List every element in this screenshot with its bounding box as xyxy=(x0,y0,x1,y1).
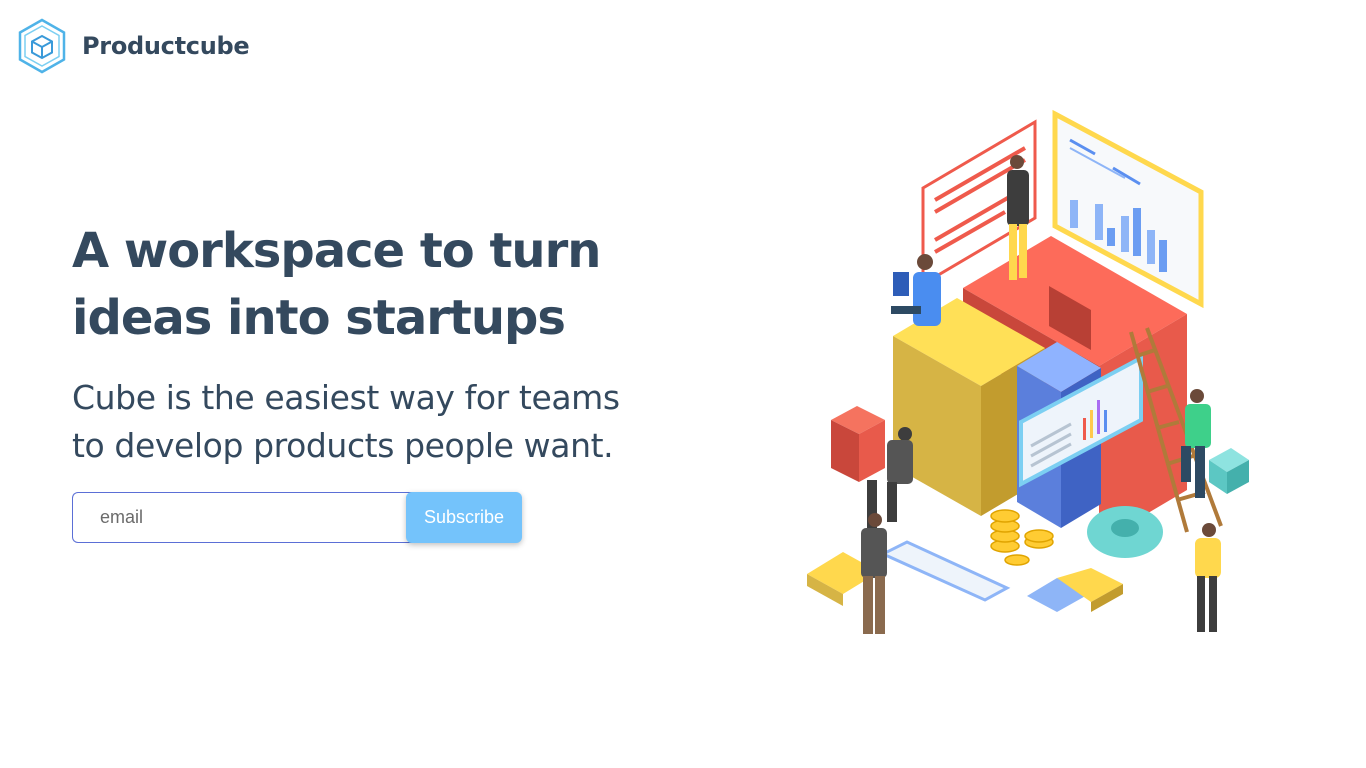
landing-page: Productcube A workspace to turn ideas in… xyxy=(0,0,1366,768)
gear-icon xyxy=(1087,506,1163,558)
subscribe-button[interactable]: Subscribe xyxy=(406,492,522,543)
email-field[interactable] xyxy=(72,492,412,543)
hero-section: A workspace to turn ideas into startups … xyxy=(72,218,672,543)
subheadline: Cube is the easiest way for teams to dev… xyxy=(72,374,672,470)
floor-tiles xyxy=(807,540,1123,612)
headline-line-2: ideas into startups xyxy=(72,290,566,346)
subhead-line-1: Cube is the easiest way for teams xyxy=(72,378,620,417)
subscribe-form: Subscribe xyxy=(72,492,522,543)
small-red-cube xyxy=(831,406,885,482)
headline-line-1: A workspace to turn xyxy=(72,223,601,279)
page-title: A workspace to turn ideas into startups xyxy=(72,218,672,352)
header: Productcube xyxy=(18,18,250,74)
brand-name[interactable]: Productcube xyxy=(82,32,250,60)
person-with-document xyxy=(861,513,887,634)
person-standing-yellow xyxy=(1195,523,1221,632)
coins xyxy=(990,509,1054,566)
teal-cube xyxy=(1209,448,1249,494)
hexagon-cube-icon[interactable] xyxy=(18,18,66,74)
isometric-startup-team-illustration xyxy=(807,109,1249,634)
subhead-line-2: to develop products people want. xyxy=(72,426,614,465)
